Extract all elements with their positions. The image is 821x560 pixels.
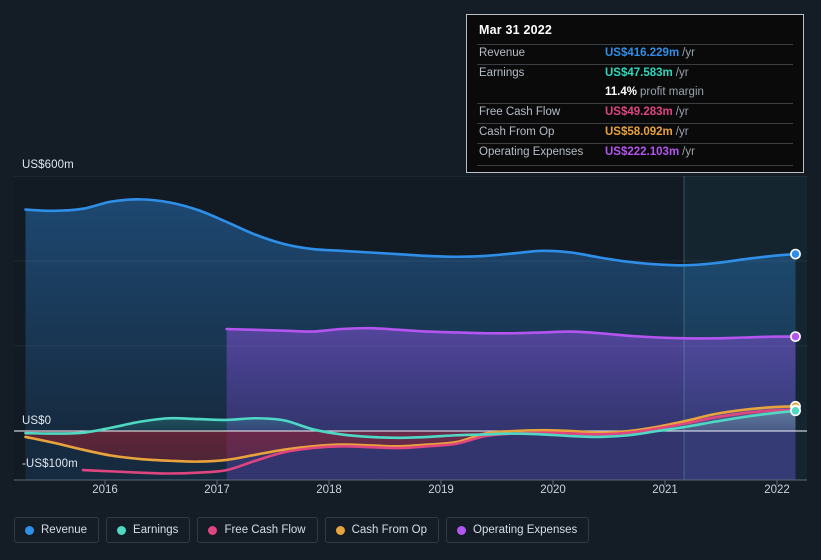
tooltip-label-operating-expenses: Operating Expenses bbox=[479, 146, 584, 158]
revenue-endpoint-marker bbox=[790, 248, 801, 260]
tooltip-bottom-divider bbox=[477, 165, 793, 166]
y-axis-label-minus100m: -US$100m bbox=[22, 458, 78, 470]
chart-legend: Revenue Earnings Free Cash Flow Cash Fro… bbox=[14, 517, 590, 543]
legend-label-earnings: Earnings bbox=[133, 524, 179, 536]
legend-label-operating-expenses: Operating Expenses bbox=[473, 524, 578, 536]
tooltip-value-cash-from-op: US$58.092m bbox=[605, 126, 673, 138]
earnings-endpoint-marker bbox=[790, 405, 801, 417]
x-axis-label-2022: 2022 bbox=[764, 484, 790, 496]
tooltip-label-free-cash-flow: Free Cash Flow bbox=[479, 106, 561, 118]
tooltip-unit-revenue: /yr bbox=[682, 47, 695, 59]
tooltip-row-free-cash-flow: Free Cash Flow US$49.283m /yr bbox=[477, 103, 793, 123]
tooltip-value-revenue: US$416.229m bbox=[605, 47, 680, 59]
tooltip-row-cash-from-op: Cash From Op US$58.092m /yr bbox=[477, 123, 793, 143]
tooltip-label-profit-margin: profit margin bbox=[639, 86, 704, 98]
tooltip-unit-free-cash-flow: /yr bbox=[675, 106, 689, 118]
tooltip-label-earnings: Earnings bbox=[479, 67, 525, 79]
tooltip-row-revenue: Revenue US$416.229m /yr bbox=[477, 44, 793, 64]
tooltip-unit-operating-expenses: /yr bbox=[682, 146, 695, 158]
legend-dot-cash-from-op-icon bbox=[335, 525, 345, 535]
x-axis-label-2019: 2019 bbox=[428, 484, 454, 496]
financial-chart: US$600m US$0 -US$100m 2016 2017 2018 201… bbox=[0, 0, 821, 560]
tooltip-value-free-cash-flow: US$49.283m bbox=[605, 106, 673, 118]
legend-item-revenue[interactable]: Revenue bbox=[14, 517, 100, 543]
tooltip-unit-earnings: /yr bbox=[675, 67, 689, 79]
tooltip-row-operating-expenses: Operating Expenses US$222.103m /yr bbox=[477, 143, 793, 163]
legend-dot-revenue-icon bbox=[25, 525, 34, 535]
legend-label-free-cash-flow: Free Cash Flow bbox=[224, 524, 306, 536]
tooltip-label-revenue: Revenue bbox=[479, 47, 526, 59]
tooltip-date: Mar 31 2022 bbox=[479, 23, 553, 37]
chart-tooltip: Mar 31 2022 Revenue US$416.229m /yr Earn… bbox=[466, 14, 804, 173]
x-axis-label-2021: 2021 bbox=[652, 484, 678, 496]
operating-expenses-area bbox=[226, 328, 796, 480]
tooltip-row-profit-margin: 11.4% profit margin bbox=[477, 84, 793, 103]
x-axis-label-2016: 2016 bbox=[92, 484, 118, 496]
x-axis-label-2020: 2020 bbox=[540, 484, 566, 496]
legend-item-operating-expenses[interactable]: Operating Expenses bbox=[446, 517, 590, 543]
legend-item-cash-from-op[interactable]: Cash From Op bbox=[324, 517, 440, 543]
legend-label-cash-from-op: Cash From Op bbox=[351, 524, 428, 536]
legend-dot-free-cash-flow-icon bbox=[208, 525, 218, 535]
tooltip-label-cash-from-op: Cash From Op bbox=[479, 126, 555, 138]
tooltip-value-profit-margin: 11.4% bbox=[605, 86, 637, 98]
tooltip-row-earnings: Earnings US$47.583m /yr bbox=[477, 64, 793, 84]
legend-item-earnings[interactable]: Earnings bbox=[106, 517, 191, 543]
tooltip-value-earnings: US$47.583m bbox=[605, 67, 673, 79]
x-axis-label-2018: 2018 bbox=[316, 484, 342, 496]
tooltip-value-operating-expenses: US$222.103m bbox=[605, 146, 680, 158]
legend-label-revenue: Revenue bbox=[41, 524, 88, 536]
tooltip-unit-cash-from-op: /yr bbox=[675, 126, 689, 138]
legend-dot-earnings-icon bbox=[117, 525, 127, 535]
legend-item-free-cash-flow[interactable]: Free Cash Flow bbox=[197, 517, 318, 543]
x-axis-label-2017: 2017 bbox=[204, 484, 230, 496]
operating-expenses-endpoint-marker bbox=[790, 331, 801, 343]
y-axis-label-600m: US$600m bbox=[22, 159, 74, 171]
legend-dot-operating-expenses-icon bbox=[457, 525, 467, 535]
y-axis-label-0: US$0 bbox=[22, 415, 52, 427]
